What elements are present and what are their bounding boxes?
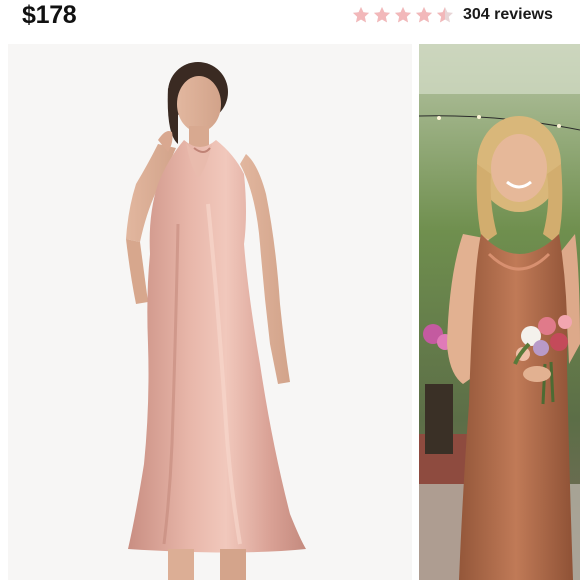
star-icon — [374, 7, 390, 23]
product-page: $178 304 reviews — [0, 0, 580, 580]
product-image-main[interactable] — [8, 44, 412, 580]
product-photo — [8, 44, 412, 580]
star-icon — [437, 7, 453, 23]
product-image-secondary[interactable] — [419, 44, 580, 580]
product-header: $178 304 reviews — [0, 0, 580, 36]
star-rating[interactable] — [352, 4, 454, 26]
reviews-link[interactable]: 304 reviews — [463, 4, 553, 26]
product-gallery — [0, 44, 580, 580]
star-icon — [416, 7, 432, 23]
product-price: $178 — [22, 1, 77, 29]
bridesmaid-photo — [419, 44, 580, 580]
star-icon — [353, 7, 369, 23]
star-icon — [395, 7, 411, 23]
